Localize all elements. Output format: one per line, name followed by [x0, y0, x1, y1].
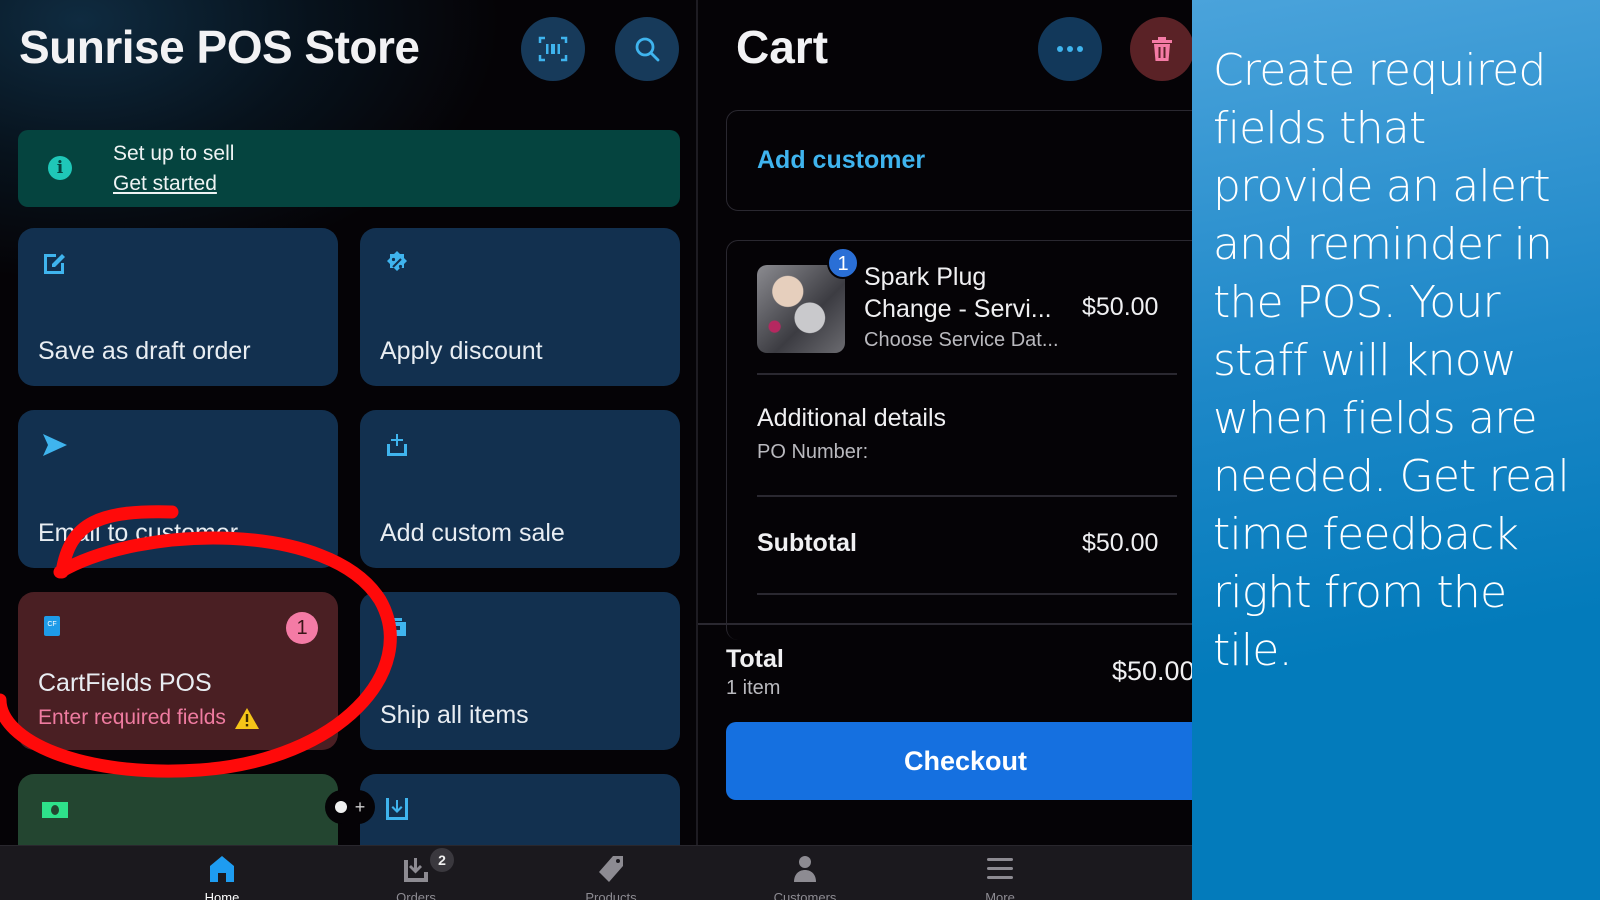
- orders-icon: [404, 858, 428, 882]
- cart-panel: Cart Add customer 1 Spark Plug Change - …: [698, 0, 1198, 845]
- nav-label: More: [985, 890, 1015, 900]
- cash-icon: [42, 802, 68, 818]
- tag-icon: [599, 856, 623, 882]
- tile-label: Ship all items: [380, 701, 529, 729]
- cart-title: Cart: [736, 21, 829, 73]
- tile-label: Add custom sale: [380, 519, 565, 547]
- more-options-button[interactable]: [1038, 17, 1102, 81]
- add-page-icon: +: [354, 797, 366, 817]
- total-value: $50.00: [1112, 656, 1195, 686]
- add-to-tray-icon: [387, 434, 407, 456]
- orders-count-badge: 2: [430, 848, 454, 872]
- line-item-property: Choose Service Dat...: [864, 329, 1059, 351]
- tile-apply-discount[interactable]: Apply discount: [360, 228, 680, 386]
- get-started-link[interactable]: Get started: [113, 172, 217, 196]
- nav-home[interactable]: Home: [162, 846, 282, 900]
- send-icon: [43, 434, 67, 456]
- page-indicator[interactable]: +: [325, 790, 375, 824]
- separator: [757, 495, 1177, 497]
- cart-items-card: 1 Spark Plug Change - Servi... $50.00 Ch…: [726, 240, 1198, 640]
- product-thumbnail: [757, 265, 845, 353]
- subtotal-value: $50.00: [1082, 529, 1159, 557]
- person-icon: [794, 856, 816, 882]
- tile-label: CartFields POS: [38, 669, 212, 697]
- nav-more[interactable]: More: [940, 846, 1060, 900]
- page-dot: [334, 801, 347, 813]
- subtotal-label: Subtotal: [757, 529, 857, 557]
- download-tray-icon: [386, 798, 408, 820]
- line-item-name[interactable]: Spark Plug Change - Servi...: [864, 261, 1064, 325]
- tile-label: Apply discount: [380, 337, 543, 365]
- barcode-scan-icon: [538, 36, 568, 62]
- cartfields-app-icon: CF: [44, 616, 60, 636]
- tile-add-custom-sale[interactable]: Add custom sale: [360, 410, 680, 568]
- bottom-navigation: Home 2 Orders Products Customers More: [0, 845, 1198, 900]
- setup-banner: i Set up to sell Get started: [18, 130, 680, 207]
- additional-details-title[interactable]: Additional details: [757, 404, 946, 433]
- caption-text: Create required fields that provide an a…: [1213, 45, 1570, 676]
- scan-button[interactable]: [521, 17, 585, 81]
- po-number-field: PO Number:: [757, 441, 869, 463]
- search-icon: [635, 37, 660, 62]
- nav-customers[interactable]: Customers: [745, 846, 865, 900]
- add-customer-link[interactable]: Add customer: [757, 146, 925, 175]
- search-button[interactable]: [615, 17, 679, 81]
- trash-icon: [1152, 37, 1172, 61]
- total-separator: [698, 623, 1198, 625]
- tile-ship-all-items[interactable]: Ship all items: [360, 592, 680, 750]
- home-icon: [210, 856, 234, 882]
- edit-draft-icon: [44, 254, 65, 274]
- shipping-box-icon: [386, 618, 406, 636]
- separator: [757, 373, 1177, 375]
- nav-label: Orders: [396, 890, 436, 900]
- total-item-count: 1 item: [726, 677, 781, 699]
- svg-text:CF: CF: [47, 621, 56, 628]
- clear-cart-button[interactable]: [1130, 17, 1194, 81]
- store-title: Sunrise POS Store: [19, 21, 420, 73]
- line-item-price: $50.00: [1082, 293, 1159, 321]
- warning-icon: [234, 707, 259, 729]
- more-horizontal-icon: [1057, 46, 1083, 52]
- tile-label: Email to customer: [38, 519, 239, 547]
- banner-title: Set up to sell: [113, 142, 235, 165]
- tile-cartfields-pos[interactable]: CF 1 CartFields POS Enter required field…: [18, 592, 338, 750]
- checkout-button[interactable]: Checkout: [726, 722, 1198, 800]
- separator: [757, 593, 1177, 595]
- add-customer-card[interactable]: Add customer: [726, 110, 1198, 211]
- nav-products[interactable]: Products: [551, 846, 671, 900]
- screen: Sunrise POS Store i Set up to sell Get s…: [0, 0, 1600, 900]
- tile-save-draft-order[interactable]: Save as draft order: [18, 228, 338, 386]
- nav-label: Customers: [773, 890, 837, 900]
- tile-alert-text: Enter required fields: [38, 706, 260, 730]
- quantity-badge: 1: [827, 247, 859, 279]
- tile-count-badge: 1: [286, 612, 318, 644]
- discount-badge-icon: [387, 251, 407, 271]
- info-icon: i: [48, 156, 72, 180]
- menu-icon: [987, 858, 1013, 879]
- tile-email-to-customer[interactable]: Email to customer: [18, 410, 338, 568]
- nav-label: Home: [204, 890, 240, 900]
- nav-orders[interactable]: 2 Orders: [356, 846, 476, 900]
- nav-label: Products: [585, 890, 637, 900]
- tile-sublabel: Enter required fields: [38, 706, 226, 729]
- tile-label: Save as draft order: [38, 337, 251, 365]
- caption-panel: Create required fields that provide an a…: [1192, 0, 1600, 900]
- total-label: Total: [726, 645, 784, 673]
- home-panel: Sunrise POS Store i Set up to sell Get s…: [0, 0, 696, 864]
